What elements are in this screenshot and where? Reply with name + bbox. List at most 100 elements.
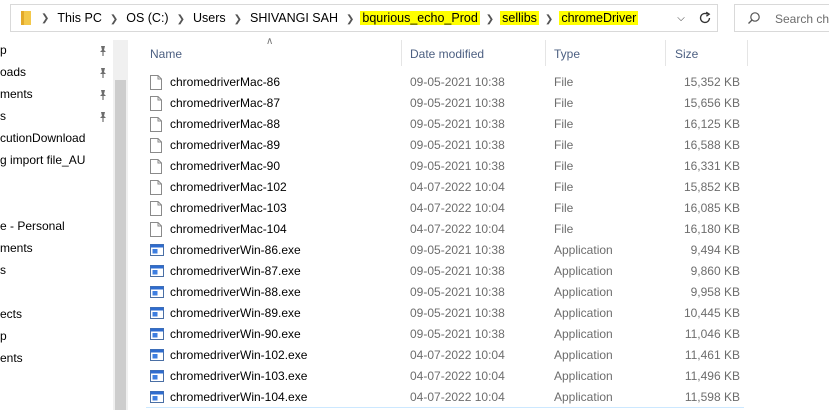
refresh-icon [699,11,711,24]
file-row[interactable]: chromedriverWin-90.exe 09-05-2021 10:38 Ap… [146,324,746,345]
file-row[interactable]: chromedriverWin-89.exe 09-05-2021 10:38 Ap… [146,303,746,324]
file-type: File [554,117,574,131]
chevron-right-icon[interactable]: ❯ [228,14,248,25]
app-icon [150,285,164,302]
chevron-right-icon[interactable]: ❯ [35,13,55,24]
file-date: 09-05-2021 10:38 [410,285,505,299]
file-type: Application [554,243,613,257]
column-divider[interactable] [545,40,546,66]
file-size: 9,494 KB [690,243,740,257]
column-header-name[interactable]: Name [150,46,182,62]
file-row[interactable]: chromedriverMac-89 09-05-2021 10:38 File 16… [146,135,746,156]
breadcrumb: ❯ This PC ❯ OS (C:) ❯ Users ❯ SHIVANGI SAH ❯ bqu… [11,5,639,31]
app-icon [150,306,164,323]
chevron-right-icon[interactable]: ❯ [480,14,500,25]
nav-item[interactable]: s [0,106,6,126]
app-icon [150,390,164,407]
file-date: 09-05-2021 10:38 [410,264,505,278]
column-header-date[interactable]: Date modified [410,46,484,62]
app-icon [150,264,164,281]
file-name: chromedriverWin-104.exe [170,390,308,404]
file-size: 11,461 KB [684,348,740,362]
file-row[interactable]: chromedriverMac-88 09-05-2021 10:38 File 16… [146,114,746,135]
file-row[interactable]: chromedriverWin-86.exe 09-05-2021 10:38 Ap… [146,240,746,261]
file-size: 10,445 KB [683,306,740,320]
file-type: Application [554,390,613,404]
nav-item[interactable]: oads [0,62,26,82]
file-date: 09-05-2021 10:38 [410,75,505,89]
file-icon [150,201,162,219]
chevron-right-icon[interactable]: ❯ [340,14,360,25]
file-row[interactable]: chromedriverWin-87.exe 09-05-2021 10:38 Ap… [146,261,746,282]
file-date: 04-07-2022 10:04 [410,369,505,383]
file-date: 04-07-2022 10:04 [410,348,505,362]
file-size: 16,331 KB [683,159,740,173]
column-header-size[interactable]: Size [675,46,698,62]
nav-item[interactable]: ects [0,304,22,324]
column-header-type[interactable]: Type [554,46,580,62]
address-bar[interactable]: ❯ This PC ❯ OS (C:) ❯ Users ❯ SHIVANGI SAH ❯ bqu… [10,4,718,32]
file-row[interactable]: chromedriverMac-104 04-07-2022 10:04 File 1… [146,219,746,240]
nav-item[interactable]: p [0,326,7,346]
file-row[interactable]: chromedriverMac-90 09-05-2021 10:38 File 16… [146,156,746,177]
file-row[interactable]: chromedriverWin-104.exe 04-07-2022 10:04 A… [146,387,746,408]
nav-item[interactable]: g import file_AU [0,150,85,170]
file-size: 15,352 KB [683,75,740,89]
chevron-right-icon[interactable]: ❯ [104,14,124,25]
column-divider[interactable] [401,40,402,66]
file-size: 9,958 KB [690,285,740,299]
file-icon [150,180,162,198]
nav-item[interactable]: s [0,260,6,280]
file-row[interactable]: chromedriverMac-87 09-05-2021 10:38 File 15… [146,93,746,114]
file-name: chromedriverWin-86.exe [170,243,301,257]
file-row[interactable]: chromedriverMac-103 04-07-2022 10:04 File 1… [146,198,746,219]
nav-item[interactable]: ments [0,84,33,104]
nav-item[interactable]: p [0,40,7,60]
file-name: chromedriverWin-88.exe [170,285,301,299]
file-row[interactable]: chromedriverWin-102.exe 04-07-2022 10:04 A… [146,345,746,366]
breadcrumb-item[interactable]: SHIVANGI SAH [248,11,340,25]
breadcrumb-item[interactable]: Users [191,11,228,25]
file-date: 04-07-2022 10:04 [410,390,505,404]
breadcrumb-item[interactable]: bqurious_echo_Prod [360,11,480,25]
file-date: 09-05-2021 10:38 [410,117,505,131]
search-icon [747,11,761,28]
breadcrumb-item[interactable]: sellibs [500,11,539,25]
file-row[interactable]: chromedriverMac-102 04-07-2022 10:04 File 1… [146,177,746,198]
search-input[interactable]: Search chr [775,12,829,26]
nav-item[interactable]: cutionDownload [0,128,85,148]
file-date: 09-05-2021 10:38 [410,327,505,341]
nav-scrollbar-thumb[interactable] [115,80,126,410]
app-icon [150,327,164,344]
breadcrumb-item[interactable]: This PC [55,11,103,25]
column-divider[interactable] [665,40,666,66]
column-divider[interactable] [747,40,748,66]
file-size: 11,598 KB [684,390,740,404]
chevron-right-icon[interactable]: ❯ [539,14,559,25]
file-date: 09-05-2021 10:38 [410,159,505,173]
nav-item[interactable]: ments [0,238,33,258]
nav-item[interactable]: ents [0,348,23,368]
nav-item[interactable]: e - Personal [0,216,65,236]
breadcrumb-item[interactable]: chromeDriver [559,11,639,25]
file-row[interactable]: chromedriverWin-88.exe 09-05-2021 10:38 Ap… [146,282,746,303]
file-date: 09-05-2021 10:38 [410,306,505,320]
file-type: Application [554,306,613,320]
refresh-button[interactable] [694,6,716,30]
file-name: chromedriverMac-87 [170,96,281,110]
file-date: 09-05-2021 10:38 [410,243,505,257]
address-dropdown-button[interactable]: ⌵ [672,8,690,28]
file-row[interactable]: chromedriverMac-86 09-05-2021 10:38 File 15… [146,72,746,93]
file-size: 16,588 KB [683,138,740,152]
file-size: 15,656 KB [683,96,740,110]
breadcrumb-item[interactable]: OS (C:) [124,11,170,25]
file-row[interactable]: chromedriverWin-103.exe 04-07-2022 10:04 A… [146,366,746,387]
file-date: 04-07-2022 10:04 [410,201,505,215]
app-icon [150,348,164,365]
search-box[interactable]: Search chr [734,4,829,32]
file-name: chromedriverMac-86 [170,75,281,89]
file-icon [150,159,162,177]
file-size: 16,180 KB [683,222,740,236]
chevron-right-icon[interactable]: ❯ [171,14,191,25]
file-size: 16,085 KB [683,201,740,215]
